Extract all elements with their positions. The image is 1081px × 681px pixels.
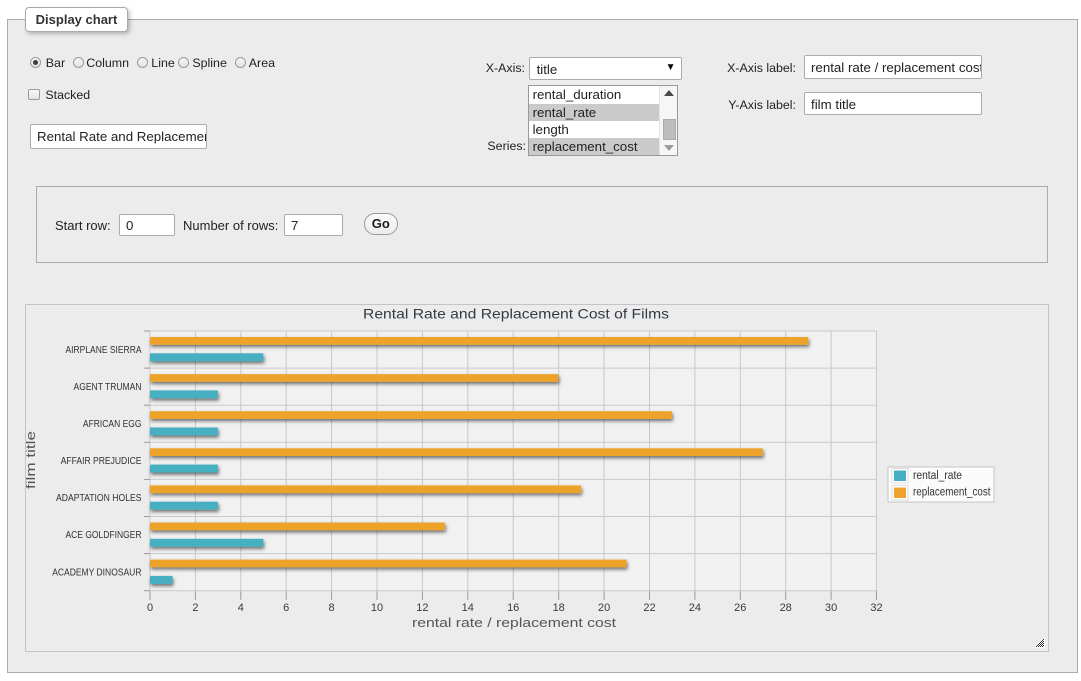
svg-text:4: 4 bbox=[238, 602, 244, 614]
svg-text:AFFAIR PREJUDICE: AFFAIR PREJUDICE bbox=[61, 456, 142, 467]
svg-text:26: 26 bbox=[734, 602, 746, 614]
svg-text:28: 28 bbox=[780, 602, 792, 614]
svg-text:8: 8 bbox=[329, 602, 335, 614]
svg-text:22: 22 bbox=[643, 602, 655, 614]
svg-text:32: 32 bbox=[870, 602, 882, 614]
svg-text:rental_rate: rental_rate bbox=[913, 470, 962, 482]
svg-text:AIRPLANE SIERRA: AIRPLANE SIERRA bbox=[66, 345, 142, 356]
svg-text:AGENT TRUMAN: AGENT TRUMAN bbox=[74, 382, 142, 393]
svg-text:18: 18 bbox=[553, 602, 565, 614]
svg-text:24: 24 bbox=[689, 602, 701, 614]
svg-text:rental rate / replacement cost: rental rate / replacement cost bbox=[412, 615, 616, 630]
svg-text:16: 16 bbox=[507, 602, 519, 614]
svg-text:replacement_cost: replacement_cost bbox=[913, 487, 991, 499]
svg-text:12: 12 bbox=[416, 602, 428, 614]
svg-text:20: 20 bbox=[598, 602, 610, 614]
svg-text:0: 0 bbox=[147, 602, 153, 614]
svg-text:10: 10 bbox=[371, 602, 383, 614]
svg-text:6: 6 bbox=[283, 602, 289, 614]
svg-text:Rental Rate and Replacement Co: Rental Rate and Replacement Cost of Film… bbox=[363, 306, 669, 322]
svg-text:ADAPTATION HOLES: ADAPTATION HOLES bbox=[56, 493, 142, 504]
svg-text:film title: film title bbox=[26, 431, 38, 489]
svg-text:ACE GOLDFINGER: ACE GOLDFINGER bbox=[66, 530, 142, 541]
svg-text:30: 30 bbox=[825, 602, 837, 614]
svg-text:14: 14 bbox=[462, 602, 474, 614]
svg-text:ACADEMY DINOSAUR: ACADEMY DINOSAUR bbox=[52, 567, 141, 578]
svg-text:2: 2 bbox=[192, 602, 198, 614]
svg-text:AFRICAN EGG: AFRICAN EGG bbox=[83, 419, 142, 430]
